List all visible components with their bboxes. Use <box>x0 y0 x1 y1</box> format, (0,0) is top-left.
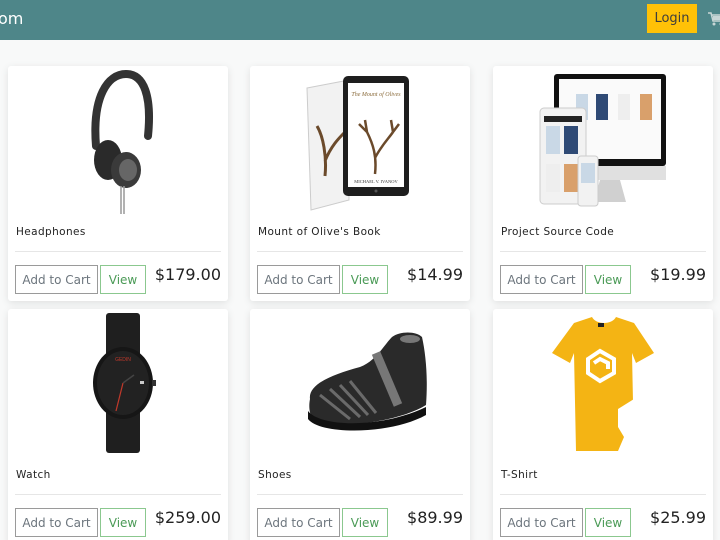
navbar: om Login <box>0 0 720 40</box>
book-image[interactable]: The Mount of Olives MICHAEL V. IVANOV <box>250 66 470 214</box>
divider <box>500 494 706 495</box>
product-title[interactable]: Headphones <box>16 226 86 238</box>
divider <box>500 251 706 252</box>
product-price: $19.99 <box>650 265 706 284</box>
product-card: Project Source Code Add to Cart View $19… <box>493 66 713 301</box>
add-to-cart-button[interactable]: Add to Cart <box>257 265 340 294</box>
headphones-image[interactable] <box>8 66 228 214</box>
product-title[interactable]: Watch <box>16 469 51 481</box>
watch-image[interactable]: GEDIN <box>8 309 228 457</box>
add-to-cart-button[interactable]: Add to Cart <box>15 508 98 537</box>
svg-text:The Mount of Olives: The Mount of Olives <box>351 91 401 98</box>
product-title[interactable]: Shoes <box>258 469 292 481</box>
product-price: $179.00 <box>154 265 221 284</box>
add-to-cart-button[interactable]: Add to Cart <box>257 508 340 537</box>
svg-text:GEDIN: GEDIN <box>115 357 131 363</box>
divider <box>257 494 463 495</box>
product-title[interactable]: Project Source Code <box>501 226 614 238</box>
product-card: GEDIN Watch Add to Cart View $259.00 <box>8 309 228 540</box>
divider <box>15 251 221 252</box>
add-to-cart-button[interactable]: Add to Cart <box>500 508 583 537</box>
product-price: $259.00 <box>154 508 221 527</box>
product-price: $25.99 <box>650 508 706 527</box>
shoes-image[interactable] <box>250 309 470 457</box>
svg-text:MICHAEL V. IVANOV: MICHAEL V. IVANOV <box>354 179 398 184</box>
product-card: Headphones Add to Cart View $179.00 <box>8 66 228 301</box>
view-button[interactable]: View <box>100 508 146 537</box>
login-button[interactable]: Login <box>647 4 697 33</box>
divider <box>15 494 221 495</box>
product-card: Shoes Add to Cart View $89.99 <box>250 309 470 540</box>
add-to-cart-button[interactable]: Add to Cart <box>15 265 98 294</box>
divider <box>257 251 463 252</box>
product-card: T-Shirt Add to Cart View $25.99 <box>493 309 713 540</box>
product-title[interactable]: T-Shirt <box>501 469 538 481</box>
view-button[interactable]: View <box>585 508 631 537</box>
tshirt-image[interactable] <box>493 309 713 457</box>
product-price: $14.99 <box>407 265 463 284</box>
view-button[interactable]: View <box>342 265 388 294</box>
product-card: The Mount of Olives MICHAEL V. IVANOV Mo… <box>250 66 470 301</box>
add-to-cart-button[interactable]: Add to Cart <box>500 265 583 294</box>
devices-image[interactable] <box>493 66 713 214</box>
brand-name[interactable]: om <box>0 9 23 28</box>
shopping-cart-icon[interactable] <box>707 11 720 27</box>
view-button[interactable]: View <box>342 508 388 537</box>
product-price: $89.99 <box>407 508 463 527</box>
view-button[interactable]: View <box>100 265 146 294</box>
product-title[interactable]: Mount of Olive's Book <box>258 226 381 238</box>
view-button[interactable]: View <box>585 265 631 294</box>
